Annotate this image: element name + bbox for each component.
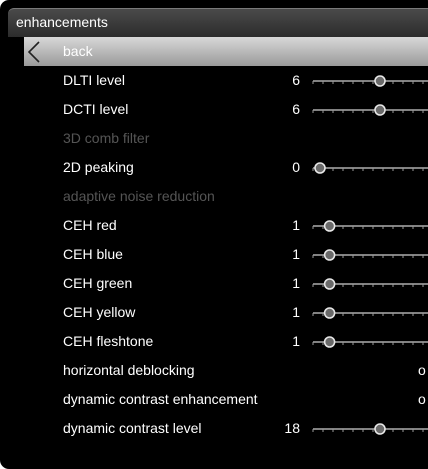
menu-item-value: 1 [292, 217, 300, 233]
2d-peaking-slider[interactable] [312, 159, 428, 177]
menu-item-label: CEH red [63, 217, 117, 233]
menu-item-label: CEH fleshtone [63, 333, 154, 349]
ceh-red-slider[interactable] [312, 217, 428, 235]
menu-item-2d-peaking[interactable]: 2D peaking 0 [0, 153, 428, 182]
menu-item-value: 1 [292, 304, 300, 320]
ceh-blue-slider[interactable] [312, 246, 428, 264]
menu-item-ceh-green[interactable]: CEH green 1 [0, 269, 428, 298]
menu-item-label: 3D comb filter [63, 130, 150, 146]
menu-item-horizontal-deblocking[interactable]: horizontal deblocking o [0, 356, 428, 385]
menu-item-ceh-fleshtone[interactable]: CEH fleshtone 1 [0, 327, 428, 356]
menu-item-label: horizontal deblocking [63, 362, 195, 378]
slider-knob [323, 307, 336, 319]
slider-knob [323, 249, 336, 261]
menu-item-label: CEH blue [63, 246, 123, 262]
menu-item-ceh-red[interactable]: CEH red 1 [0, 211, 428, 240]
slider-knob [323, 336, 336, 348]
slider-knob [323, 220, 336, 232]
menu-item-label: dynamic contrast level [63, 420, 202, 436]
menu-item-ceh-yellow[interactable]: CEH yellow 1 [0, 298, 428, 327]
menu-item-value: 1 [292, 333, 300, 349]
slider-knob [374, 423, 386, 435]
enhancements-menu-panel: enhancements back DLTI level 6 DCTI leve… [0, 0, 428, 469]
slider-knob [314, 162, 326, 174]
menu-item-value: 1 [292, 246, 300, 262]
back-arrow-icon [27, 41, 41, 68]
slider-knob [374, 75, 386, 87]
menu-title: enhancements [16, 14, 108, 30]
ceh-fleshtone-slider[interactable] [312, 333, 428, 351]
dlti-level-slider[interactable] [312, 72, 428, 90]
ceh-yellow-slider[interactable] [312, 304, 428, 322]
slider-knob [374, 104, 386, 116]
menu-item-label: DCTI level [63, 101, 129, 117]
menu-item-ceh-blue[interactable]: CEH blue 1 [0, 240, 428, 269]
back-label: back [63, 43, 93, 59]
menu-item-label: adaptive noise reduction [63, 188, 215, 204]
menu-item-3d-comb-filter: 3D comb filter [0, 124, 428, 153]
menu-item-value: 0 [292, 159, 300, 175]
menu-item-label: 2D peaking [63, 159, 134, 175]
dynamic-contrast-level-slider[interactable] [312, 420, 428, 438]
menu-item-label: CEH green [63, 275, 133, 291]
menu-header: enhancements [8, 8, 428, 37]
menu-item-value: o [418, 391, 426, 407]
menu-item-dcti-level[interactable]: DCTI level 6 [0, 95, 428, 124]
menu-item-value: 18 [284, 420, 300, 436]
menu-item-label: CEH yellow [63, 304, 136, 320]
menu-item-value: o [418, 362, 426, 378]
menu-item-value: 6 [292, 72, 300, 88]
menu-item-label: dynamic contrast enhancement [63, 391, 258, 407]
ceh-green-slider[interactable] [312, 275, 428, 293]
menu-item-dynamic-contrast-level[interactable]: dynamic contrast level 18 [0, 414, 428, 443]
menu-item-dynamic-contrast-enhancement[interactable]: dynamic contrast enhancement o [0, 385, 428, 414]
menu-item-value: 6 [292, 101, 300, 117]
slider-knob [323, 278, 336, 290]
menu-item-dlti-level[interactable]: DLTI level 6 [0, 66, 428, 95]
menu-item-back[interactable]: back [24, 37, 428, 66]
menu-item-value: 1 [292, 275, 300, 291]
menu-item-adaptive-noise-reduction: adaptive noise reduction [0, 182, 428, 211]
menu-item-label: DLTI level [63, 72, 125, 88]
dcti-level-slider[interactable] [312, 101, 428, 119]
